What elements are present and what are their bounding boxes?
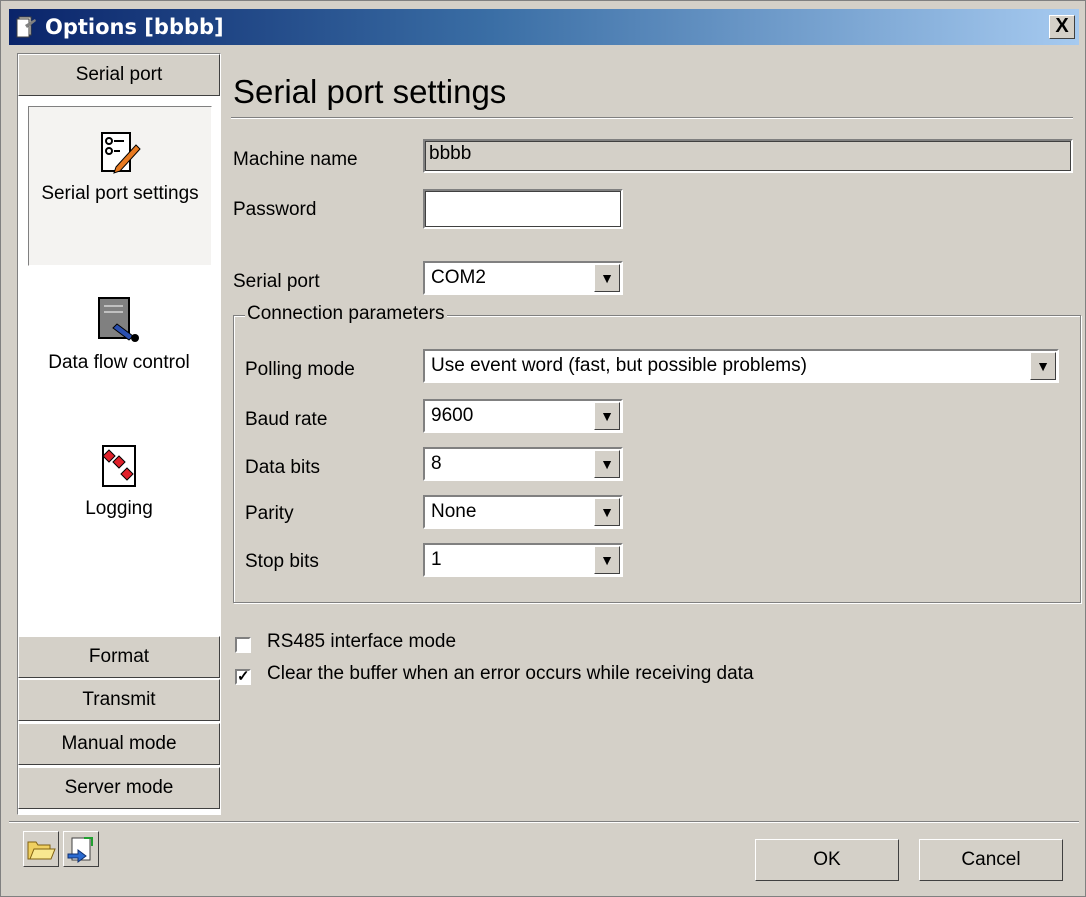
clear-buffer-label: Clear the buffer when an error occurs wh… — [267, 663, 754, 684]
parity-value: None — [431, 501, 477, 522]
machine-name-field: bbbb — [423, 139, 1073, 173]
category-nav: Serial port Serial port settings Data fl… — [17, 53, 221, 815]
clear-buffer-checkbox[interactable]: ✓ — [235, 669, 251, 685]
nav-section-transmit[interactable]: Transmit — [18, 679, 220, 721]
nav-item-label: Data flow control — [48, 352, 190, 373]
machine-name-label: Machine name — [233, 149, 358, 170]
close-button[interactable]: X — [1049, 15, 1075, 39]
heading-divider — [231, 117, 1073, 119]
data-bits-select[interactable]: 8 ▼ — [423, 447, 623, 481]
log-diamonds-icon — [102, 445, 136, 487]
nav-section-serial-port[interactable]: Serial port — [18, 54, 220, 96]
ok-button[interactable]: OK — [755, 839, 899, 881]
baud-rate-select[interactable]: 9600 ▼ — [423, 399, 623, 433]
connection-parameters-title: Connection parameters — [245, 303, 447, 325]
chevron-down-icon[interactable]: ▼ — [594, 402, 620, 430]
nav-item-logging[interactable]: Logging — [28, 434, 210, 574]
folder-open-icon — [27, 841, 56, 860]
baud-rate-label: Baud rate — [245, 409, 328, 430]
nav-item-label: Serial port settings — [41, 183, 199, 204]
stop-bits-label: Stop bits — [245, 551, 319, 572]
nav-section-format[interactable]: Format — [18, 636, 220, 678]
polling-mode-select[interactable]: Use event word (fast, but possible probl… — [423, 349, 1059, 383]
serial-port-label: Serial port — [233, 271, 320, 292]
footer-divider — [9, 821, 1079, 823]
export-icon — [67, 837, 93, 863]
nav-section-server-mode[interactable]: Server mode — [18, 767, 220, 809]
chevron-down-icon[interactable]: ▼ — [594, 264, 620, 292]
data-bits-label: Data bits — [245, 457, 320, 478]
page-title: Serial port settings — [233, 73, 507, 110]
window-title: Options [bbbb] — [45, 15, 224, 39]
cancel-button[interactable]: Cancel — [919, 839, 1063, 881]
nav-item-data-flow-control[interactable]: Data flow control — [28, 286, 210, 426]
password-label: Password — [233, 199, 317, 220]
open-button[interactable] — [23, 831, 59, 867]
baud-rate-value: 9600 — [431, 405, 474, 426]
parity-label: Parity — [245, 503, 294, 524]
checkmark-icon: ✓ — [237, 668, 250, 685]
data-bits-value: 8 — [431, 453, 442, 474]
rs485-checkbox[interactable] — [235, 637, 251, 653]
title-bar[interactable]: Options [bbbb] X — [9, 9, 1079, 45]
parity-select[interactable]: None ▼ — [423, 495, 623, 529]
polling-mode-value: Use event word (fast, but possible probl… — [431, 355, 807, 376]
options-window: Options [bbbb] X Serial port Serial port… — [0, 0, 1086, 897]
nav-section-manual-mode[interactable]: Manual mode — [18, 723, 220, 765]
document-plug-icon — [98, 297, 139, 342]
chevron-down-icon[interactable]: ▼ — [594, 450, 620, 478]
close-icon: X — [1055, 15, 1069, 37]
chevron-down-icon[interactable]: ▼ — [594, 498, 620, 526]
chevron-down-icon[interactable]: ▼ — [594, 546, 620, 574]
rs485-label: RS485 interface mode — [267, 631, 457, 652]
stop-bits-select[interactable]: 1 ▼ — [423, 543, 623, 577]
client-area: Serial port Serial port settings Data fl… — [9, 45, 1081, 890]
app-icon — [16, 16, 36, 38]
nav-item-label: Logging — [85, 498, 153, 519]
export-button[interactable] — [63, 831, 99, 867]
stop-bits-value: 1 — [431, 549, 442, 570]
chevron-down-icon[interactable]: ▼ — [1030, 352, 1056, 380]
serial-port-value: COM2 — [431, 267, 486, 288]
password-field[interactable] — [423, 189, 623, 229]
settings-pen-icon — [101, 132, 141, 174]
polling-mode-label: Polling mode — [245, 359, 355, 380]
serial-port-select[interactable]: COM2 ▼ — [423, 261, 623, 295]
nav-item-serial-port-settings[interactable]: Serial port settings — [28, 106, 212, 266]
